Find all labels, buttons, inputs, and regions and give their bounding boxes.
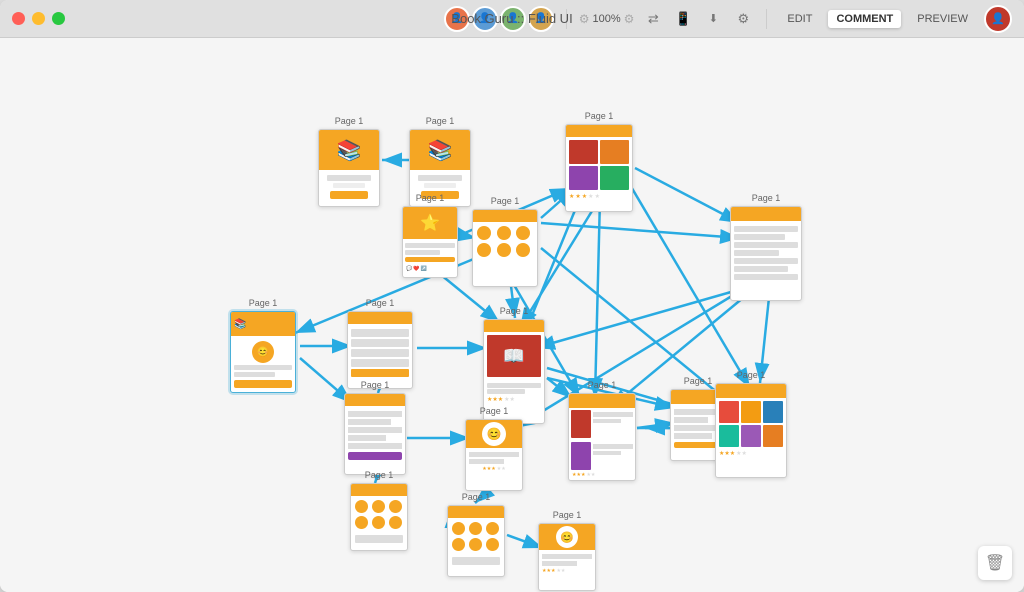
- card-5-frame: ⭐ 💬❤️↗️: [402, 206, 458, 278]
- traffic-lights: [12, 12, 65, 25]
- card-8-frame: [347, 311, 413, 389]
- comment-button[interactable]: COMMENT: [828, 10, 901, 28]
- trash-button[interactable]: 🗑: [978, 546, 1012, 580]
- card-17-frame: 😊 ★★★★★: [538, 523, 596, 591]
- app-window: Book Guru :: Fluid UI 👤 👤 👤 👤 ⚙ 100% ⚙ ⇄…: [0, 0, 1024, 592]
- card-7-frame: 📚 😊: [230, 311, 296, 393]
- card-15-frame: [350, 483, 408, 551]
- device-icon[interactable]: 📱: [672, 8, 694, 30]
- card-7-label: Page 1: [249, 298, 278, 308]
- preview-button[interactable]: PREVIEW: [909, 10, 976, 28]
- current-user-avatar: 👤: [984, 5, 1012, 33]
- page-card-10[interactable]: Page 1 ★★★★: [568, 380, 636, 481]
- card-9-label: Page 1: [500, 306, 529, 316]
- download-icon[interactable]: ⬇: [702, 8, 724, 30]
- card-5-label: Page 1: [416, 193, 445, 203]
- page-card-13[interactable]: Page 1: [344, 380, 406, 475]
- page-card-5[interactable]: Page 1 ⭐ 💬❤️↗️: [402, 193, 458, 278]
- card-11-label: Page 1: [684, 376, 713, 386]
- page-card-14[interactable]: Page 1 😊 ★★★★★: [465, 406, 523, 491]
- page-card-1[interactable]: Page 1 📚: [318, 116, 380, 207]
- page-card-16[interactable]: Page 1: [447, 492, 505, 577]
- page-card-3[interactable]: Page 1 ★★★★★: [565, 111, 633, 212]
- card-4-frame: [730, 206, 802, 301]
- zoom-control: ⚙ 100% ⚙: [579, 12, 635, 26]
- card-3-frame: ★★★★★: [565, 124, 633, 212]
- card-6-frame: [472, 209, 538, 287]
- page-card-6[interactable]: Page 1: [472, 196, 538, 287]
- maximize-button[interactable]: [52, 12, 65, 25]
- card-12-label: Page 1: [737, 370, 766, 380]
- card-17-label: Page 1: [553, 510, 582, 520]
- card-13-frame: [344, 393, 406, 475]
- page-card-7[interactable]: Page 1 📚 😊: [230, 298, 296, 393]
- canvas[interactable]: .arrow { stroke: #29abe2; stroke-width: …: [0, 38, 1024, 592]
- page-card-15[interactable]: Page 1: [350, 470, 408, 551]
- page-card-4[interactable]: Page 1: [730, 193, 802, 301]
- page-card-8[interactable]: Page 1: [347, 298, 413, 389]
- card-14-frame: 😊 ★★★★★: [465, 419, 523, 491]
- minimize-button[interactable]: [32, 12, 45, 25]
- edit-button[interactable]: EDIT: [779, 10, 820, 28]
- close-button[interactable]: [12, 12, 25, 25]
- card-16-frame: [447, 505, 505, 577]
- card-10-frame: ★★★★★: [568, 393, 636, 481]
- card-14-label: Page 1: [480, 406, 509, 416]
- card-3-label: Page 1: [585, 111, 614, 121]
- card-15-label: Page 1: [365, 470, 394, 480]
- titlebar: Book Guru :: Fluid UI 👤 👤 👤 👤 ⚙ 100% ⚙ ⇄…: [0, 0, 1024, 38]
- card-1-label: Page 1: [335, 116, 364, 126]
- card-2-label: Page 1: [426, 116, 455, 126]
- zoom-adjust-icon: ⚙: [624, 12, 635, 26]
- card-16-label: Page 1: [462, 492, 491, 502]
- window-title: Book Guru :: Fluid UI: [451, 11, 572, 26]
- card-13-label: Page 1: [361, 380, 390, 390]
- page-card-12[interactable]: Page 1 ★★★★★: [715, 370, 787, 478]
- card-4-label: Page 1: [752, 193, 781, 203]
- share-icon[interactable]: ⇄: [642, 8, 664, 30]
- settings-icon[interactable]: ⚙: [732, 8, 754, 30]
- zoom-value: 100%: [592, 13, 620, 25]
- page-card-17[interactable]: Page 1 😊 ★★★★★: [538, 510, 596, 591]
- card-10-label: Page 1: [588, 380, 617, 390]
- card-12-frame: ★★★★★: [715, 383, 787, 478]
- card-1-frame: 📚: [318, 129, 380, 207]
- divider-2: [766, 9, 767, 29]
- zoom-icon: ⚙: [579, 12, 590, 26]
- card-8-label: Page 1: [366, 298, 395, 308]
- card-6-label: Page 1: [491, 196, 520, 206]
